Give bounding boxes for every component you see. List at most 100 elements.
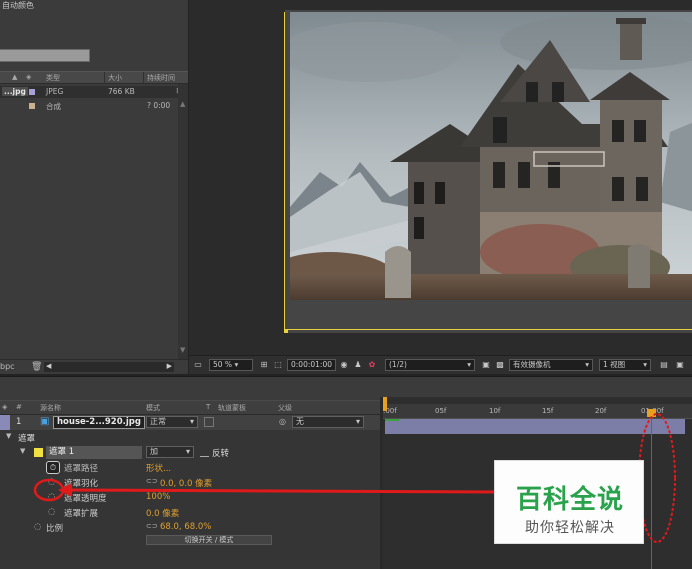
expand-arrow-icon[interactable]: ▼ <box>6 432 11 440</box>
parent-dropdown[interactable]: 无 ▾ <box>292 416 364 428</box>
color-channels-icon[interactable]: ✿ <box>367 360 377 370</box>
active-camera-value: 有效摄像机 <box>513 360 551 369</box>
current-time-indicator[interactable] <box>651 413 652 569</box>
mask-feather-value[interactable]: 0.0, 0.0 像素 <box>160 477 212 489</box>
layer-index: 1 <box>16 417 22 427</box>
layer-name[interactable]: house-2...920.jpg <box>53 416 145 429</box>
stopwatch-icon[interactable]: ◌ <box>48 477 55 487</box>
column-parent[interactable]: 父级 <box>278 403 292 413</box>
column-trkmat[interactable]: 轨道蒙板 <box>218 403 246 413</box>
stopwatch-icon[interactable]: ⏱ <box>46 461 60 474</box>
parent-value: 无 <box>296 417 304 426</box>
composition-frame-image[interactable] <box>290 12 692 300</box>
project-footer: bpc 🗑 ◀ ▶ <box>0 359 188 374</box>
layer-mode-dropdown[interactable]: 正常 ▾ <box>146 416 198 428</box>
fast-previews-icon[interactable]: ▣ <box>675 360 685 370</box>
mask-name[interactable]: 遮罩 1 <box>46 446 142 459</box>
masks-group-label: 遮罩 <box>18 434 36 444</box>
ruler-tick-label: 15f <box>542 407 554 415</box>
magnification-dropdown[interactable]: 50 % ▾ <box>209 359 253 371</box>
mask-opacity-value[interactable]: 100% <box>146 492 170 502</box>
label-color-swatch[interactable] <box>29 103 35 109</box>
project-panel-header-text: 自动颜色 <box>2 1 34 10</box>
column-duration[interactable]: 持续时间 <box>147 73 175 83</box>
scroll-right-icon[interactable]: ▶ <box>167 362 172 370</box>
project-item-duration: ? 0:00 <box>147 101 171 110</box>
mask-expansion-value[interactable]: 0.0 像素 <box>146 507 179 519</box>
trash-icon[interactable]: 🗑 <box>31 362 42 372</box>
project-item-row[interactable]: ...jpg JPEG 766 KB <box>0 86 178 98</box>
column-mode[interactable]: 模式 <box>146 403 160 413</box>
snapshot-icon[interactable]: ◉ <box>339 360 349 370</box>
masks-group-row[interactable]: ▼ 遮罩 <box>0 430 380 445</box>
mask-mode-dropdown[interactable]: 加 ▾ <box>146 446 194 458</box>
transparency-grid-icon[interactable]: ▩ <box>495 360 505 370</box>
expand-arrow-icon[interactable]: ▼ <box>20 447 25 455</box>
mask-expansion-label: 遮罩扩展 <box>64 509 99 519</box>
layer-label-color[interactable] <box>0 415 10 430</box>
watermark-logo: 百科全说 助你轻松解决 <box>494 460 644 544</box>
image-file-icon: ▣ <box>40 416 50 427</box>
project-item-size: 766 KB <box>108 87 135 96</box>
scroll-down-icon[interactable]: ▼ <box>180 346 185 354</box>
column-t[interactable]: T <box>206 403 210 411</box>
mask-property-row[interactable]: ◌ 遮罩扩展 0.0 像素 <box>0 505 380 520</box>
scale-value[interactable]: 68.0, 68.0% <box>160 522 211 532</box>
mask-property-row[interactable]: ◌ 遮罩羽化 ⊂⊃ 0.0, 0.0 像素 <box>0 475 380 490</box>
label-tag-icon[interactable]: ◈ <box>26 73 31 81</box>
grid-icon[interactable]: ⊞ <box>259 360 269 370</box>
watermark-title: 百科全说 <box>515 485 624 515</box>
label-tag-icon[interactable]: ◈ <box>2 403 7 411</box>
mask-property-row[interactable]: ⏱ 遮罩路径 形状... <box>0 460 380 475</box>
link-icon[interactable]: ⊂⊃ <box>146 477 158 485</box>
link-icon[interactable]: ⊂⊃ <box>146 522 158 530</box>
active-camera-dropdown[interactable]: 有效摄像机 ▾ <box>509 359 593 371</box>
bpc-toggle[interactable]: bpc <box>0 362 15 371</box>
panel-splitter[interactable] <box>380 397 383 569</box>
scale-label: 比例 <box>46 524 64 534</box>
show-snapshot-icon[interactable]: ♟ <box>353 360 363 370</box>
current-time-display[interactable]: 0:00:01:00 <box>287 359 336 371</box>
preserve-transparency-checkbox[interactable] <box>204 417 214 427</box>
magnification-value: 50 % <box>213 360 233 369</box>
always-preview-icon[interactable]: ▭ <box>193 360 203 370</box>
invert-checkbox[interactable] <box>200 448 209 457</box>
transform-property-row[interactable]: ◌ 比例 ⊂⊃ 68.0, 68.0% <box>0 520 380 535</box>
region-of-interest-icon[interactable]: ▣ <box>481 360 491 370</box>
view-layout-dropdown[interactable]: 1 视图 ▾ <box>599 359 651 371</box>
stopwatch-icon[interactable]: ◌ <box>48 492 55 502</box>
column-type[interactable]: 类型 <box>46 73 60 83</box>
project-item-row[interactable]: 合成 ? 0:00 <box>0 100 178 112</box>
stopwatch-icon[interactable]: ◌ <box>48 507 55 517</box>
toggle-switches-modes-button[interactable]: 切换开关 / 模式 <box>146 535 272 545</box>
column-source-name[interactable]: 源名称 <box>40 403 61 413</box>
view-layout-value: 1 视图 <box>603 360 626 369</box>
mask-property-row[interactable]: ◌ 遮罩透明度 100% <box>0 490 380 505</box>
work-area-start[interactable] <box>383 397 387 411</box>
project-horizontal-scrollbar[interactable]: ◀ ▶ <box>44 362 174 372</box>
ruler-tick-label: 20f <box>595 407 607 415</box>
layer-row[interactable]: 1 ▣ house-2...920.jpg 正常 ▾ ◎ 无 ▾ <box>0 415 380 430</box>
column-size[interactable]: 大小 <box>108 73 122 83</box>
toggle-pixel-aspect-icon[interactable]: ▤ <box>659 360 669 370</box>
pickwhip-icon[interactable]: ◎ <box>279 417 286 426</box>
mask-path-value[interactable]: 形状... <box>146 462 171 474</box>
resolution-dropdown[interactable]: (1/2) ▾ <box>385 359 475 371</box>
label-color-swatch[interactable] <box>29 89 35 95</box>
scroll-left-icon[interactable]: ◀ <box>46 362 51 370</box>
invert-label: 反转 <box>212 449 230 459</box>
layer-duration-bar[interactable] <box>385 419 685 434</box>
project-search-input[interactable] <box>0 49 90 62</box>
sort-up-icon[interactable]: ▲ <box>12 73 17 81</box>
mask-visibility-icon[interactable]: ⬚ <box>273 360 283 370</box>
current-time-head[interactable] <box>647 409 656 417</box>
mask-color-swatch[interactable] <box>34 448 43 457</box>
time-ruler[interactable]: :00f 05f 10f 15f 20f 01:00f <box>383 404 692 419</box>
project-vertical-scrollbar[interactable]: ▲ ▼ <box>178 84 188 360</box>
stopwatch-icon[interactable]: ◌ <box>34 522 41 532</box>
project-item-type: JPEG <box>46 87 64 96</box>
project-panel: 自动颜色 ▲ ◈ 类型 大小 持续时间 ...jpg JPEG 766 KB 合… <box>0 0 188 374</box>
mask-row[interactable]: ▼ 遮罩 1 加 ▾ 反转 <box>0 445 380 460</box>
project-item-name: ...jpg <box>2 87 28 96</box>
scroll-up-icon[interactable]: ▲ <box>180 100 185 108</box>
